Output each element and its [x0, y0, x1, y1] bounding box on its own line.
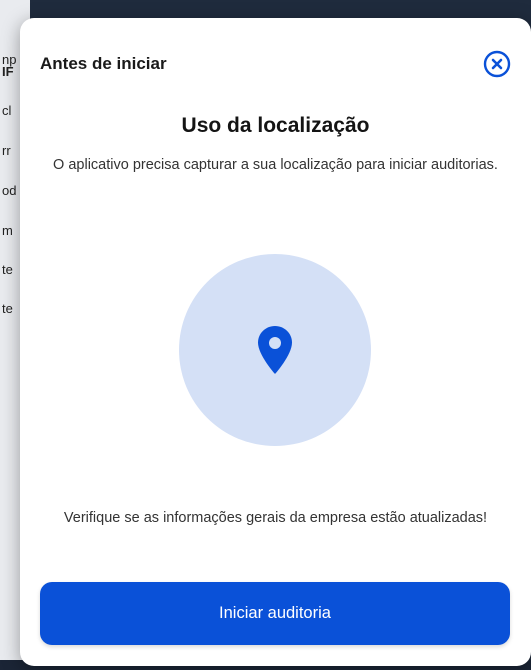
company-info-notice: Verifique se as informações gerais da em… — [63, 510, 488, 526]
location-permission-modal: Antes de iniciar Uso da localização O ap… — [20, 18, 531, 666]
background-text-fragment: IF — [2, 64, 14, 79]
background-text-fragment: te — [2, 262, 13, 277]
close-circle-icon — [483, 50, 511, 78]
modal-header: Antes de iniciar — [40, 50, 511, 78]
screen: np IF cl rr od m te te Antes de iniciar … — [0, 0, 531, 670]
background-text-fragment: te — [2, 301, 13, 316]
background-text-fragment: rr — [2, 143, 11, 158]
close-button[interactable] — [483, 50, 511, 78]
modal-description: O aplicativo precisa capturar a sua loca… — [53, 157, 498, 173]
background-text-fragment: m — [2, 223, 13, 238]
background-text-fragment: od — [2, 183, 17, 198]
modal-title: Antes de iniciar — [40, 54, 167, 73]
background-text-fragment: cl — [2, 103, 12, 118]
start-audit-button[interactable]: Iniciar auditoria — [40, 582, 510, 645]
location-pin-icon — [258, 326, 292, 374]
location-illustration — [179, 254, 371, 446]
modal-heading: Uso da localização — [181, 114, 370, 137]
